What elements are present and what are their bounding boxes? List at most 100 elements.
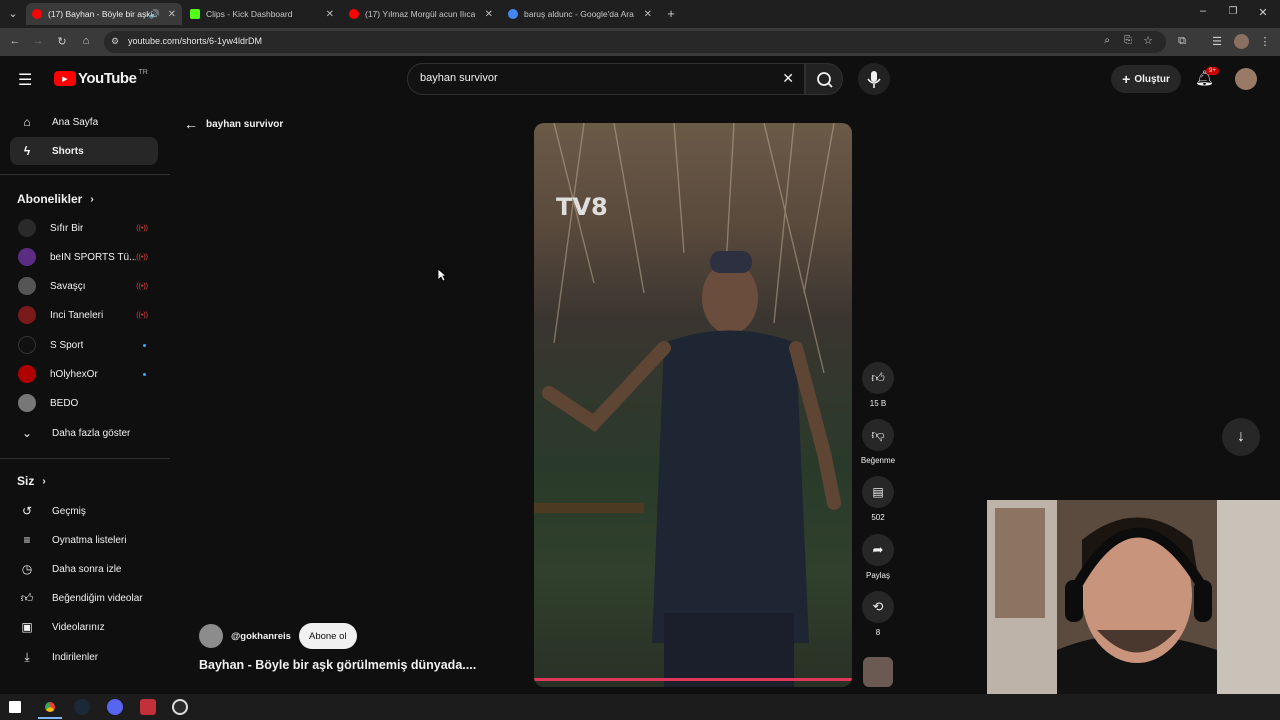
new-content-dot: [143, 343, 146, 347]
short-video-player[interactable]: TV8: [534, 123, 852, 687]
discord-icon[interactable]: [107, 699, 123, 715]
next-short-button[interactable]: ↓: [1222, 418, 1260, 456]
bookmark-star-icon[interactable]: ☆: [1143, 34, 1153, 47]
share-button[interactable]: ➦: [862, 534, 894, 566]
subscription-item[interactable]: İnci Taneleri ((•)): [10, 301, 158, 329]
tab-list-icon[interactable]: ☰: [1210, 35, 1224, 48]
subscription-label: beIN SPORTS Tü...: [50, 251, 136, 263]
voice-search-button[interactable]: [858, 63, 890, 95]
minimize-icon[interactable]: –: [1196, 5, 1210, 17]
kick-favicon-icon: [190, 9, 200, 19]
close-tab-icon[interactable]: ✕: [326, 9, 334, 20]
tab-title: Clips - Kick Dashboard: [206, 9, 293, 19]
install-icon[interactable]: ⎘: [1124, 35, 1132, 46]
channel-avatar[interactable]: [199, 624, 223, 648]
share-action[interactable]: ➦ Paylaş: [862, 534, 894, 580]
subscription-item[interactable]: hOlyhexOr: [10, 360, 158, 388]
dislike-button[interactable]: 👎︎: [862, 419, 894, 451]
you-heading[interactable]: Siz ›: [17, 474, 46, 488]
sidebar-item-shorts[interactable]: ϟ Shorts: [10, 137, 158, 165]
search-box[interactable]: bayhan survivor ✕: [407, 63, 805, 95]
subscription-label: Savaşçı: [50, 280, 86, 292]
site-info-icon[interactable]: ⚙: [111, 36, 119, 47]
create-button[interactable]: + Oluştur: [1111, 65, 1181, 93]
back-to-search[interactable]: ← bayhan survivor: [184, 116, 283, 132]
close-tab-icon[interactable]: ✕: [644, 9, 652, 20]
reload-icon[interactable]: ↻: [55, 35, 69, 48]
subscription-item[interactable]: S Sport: [10, 331, 158, 359]
you-title: Siz: [17, 474, 35, 488]
browser-tab-4[interactable]: baruş aldunc - Google'da Ara ✕: [502, 3, 658, 25]
remix-button[interactable]: ⟲: [862, 591, 894, 623]
subscribe-button[interactable]: Abone ol: [299, 623, 357, 649]
window-close-icon[interactable]: ✕: [1256, 6, 1270, 19]
forward-icon[interactable]: →: [31, 35, 45, 47]
back-icon[interactable]: ←: [8, 35, 22, 47]
windows-start-icon[interactable]: [9, 701, 21, 713]
create-label: Oluştur: [1134, 73, 1170, 85]
like-action[interactable]: 👍︎ 15 B: [862, 362, 894, 408]
subscription-item[interactable]: Sıfır Bir ((•)): [10, 214, 158, 242]
sidebar-item-playlists[interactable]: ≡ Oynatma listeleri: [10, 526, 158, 554]
youtube-favicon-icon: [32, 9, 42, 19]
sidebar-item-your-videos[interactable]: ▣ Videolarınız: [10, 613, 158, 641]
search-input[interactable]: bayhan survivor: [420, 72, 498, 84]
extensions-icon[interactable]: ⧉: [1175, 35, 1189, 48]
browser-tab-1[interactable]: (17) Bayhan - Böyle bir aşk 🔊 ✕: [26, 3, 182, 25]
youtube-logo[interactable]: ▶ YouTube TR: [54, 69, 148, 87]
browser-tab-2[interactable]: Clips - Kick Dashboard ✕: [184, 3, 340, 25]
new-tab-icon[interactable]: +: [664, 6, 678, 21]
remix-action[interactable]: ⟲ 8: [862, 591, 894, 637]
comments-action[interactable]: ▤ 502: [862, 476, 894, 522]
hamburger-menu-icon[interactable]: ☰: [18, 70, 32, 90]
video-title[interactable]: Bayhan - Böyle bir aşk görülmemiş dünyad…: [199, 658, 476, 672]
sidebar-item-home[interactable]: ⌂ Ana Sayfa: [10, 108, 158, 136]
app-red-icon[interactable]: [140, 699, 156, 715]
live-indicator-icon: ((•)): [136, 282, 148, 290]
channel-handle[interactable]: @gokhanreis: [231, 631, 291, 642]
search-button[interactable]: [805, 63, 843, 95]
subscription-item[interactable]: BEDO: [10, 389, 158, 417]
sound-thumbnail[interactable]: [863, 657, 893, 687]
like-button[interactable]: 👍︎: [862, 362, 894, 394]
profile-avatar-icon[interactable]: [1234, 34, 1249, 49]
dislike-action[interactable]: 👎︎ Beğenme: [852, 419, 904, 465]
home-icon[interactable]: ⌂: [79, 35, 93, 47]
arrow-left-icon: ←: [184, 116, 198, 132]
browser-tab-3[interactable]: (17) Yılmaz Morgül acun Ilıcalı ✕: [343, 3, 499, 25]
sidebar-item-history[interactable]: ↺ Geçmiş: [10, 497, 158, 525]
channel-avatar: [18, 306, 36, 324]
address-bar[interactable]: ⚙ youtube.com/shorts/6-1yw4ldrDM ⌕ ⎘ ☆: [104, 31, 1166, 53]
channel-avatar: [18, 365, 36, 383]
clear-search-icon[interactable]: ✕: [782, 70, 794, 87]
steam-icon[interactable]: [74, 699, 90, 715]
chrome-icon[interactable]: [42, 699, 58, 715]
os-taskbar: [0, 694, 1280, 720]
tab-search-icon[interactable]: ⌄: [6, 7, 20, 20]
url-text: youtube.com/shorts/6-1yw4ldrDM: [128, 36, 263, 46]
sidebar-item-label: Beğendiğim videolar: [52, 592, 143, 604]
thumbs-down-icon: 👎︎: [871, 427, 885, 442]
subscription-item[interactable]: beIN SPORTS Tü... ((•)): [10, 243, 158, 271]
close-tab-icon[interactable]: ✕: [168, 9, 176, 20]
speaker-icon[interactable]: 🔊: [149, 9, 160, 20]
account-avatar[interactable]: [1235, 68, 1257, 90]
comments-button[interactable]: ▤: [862, 476, 894, 508]
country-code: TR: [138, 69, 148, 76]
sidebar-item-watch-later[interactable]: ◷ Daha sonra izle: [10, 555, 158, 583]
sidebar-item-downloads[interactable]: ⤓ İndirilenler: [10, 643, 158, 671]
sidebar-item-liked-videos[interactable]: 👍︎ Beğendiğim videolar: [10, 584, 158, 612]
zoom-icon[interactable]: ⌕: [1104, 35, 1110, 46]
clock-icon: ◷: [21, 562, 33, 576]
notification-badge: 9+: [1206, 67, 1219, 75]
restore-icon[interactable]: ❐: [1226, 6, 1240, 17]
channel-avatar: [18, 336, 36, 354]
back-label: bayhan survivor: [206, 118, 284, 130]
channel-avatar: [18, 219, 36, 237]
obs-icon[interactable]: [172, 699, 188, 715]
show-more-button[interactable]: ⌄ Daha fazla göster: [10, 419, 158, 447]
subscription-item[interactable]: Savaşçı ((•)): [10, 272, 158, 300]
browser-menu-icon[interactable]: ⋮: [1258, 35, 1272, 48]
close-tab-icon[interactable]: ✕: [485, 9, 493, 20]
subscriptions-heading[interactable]: Abonelikler ›: [17, 192, 94, 206]
